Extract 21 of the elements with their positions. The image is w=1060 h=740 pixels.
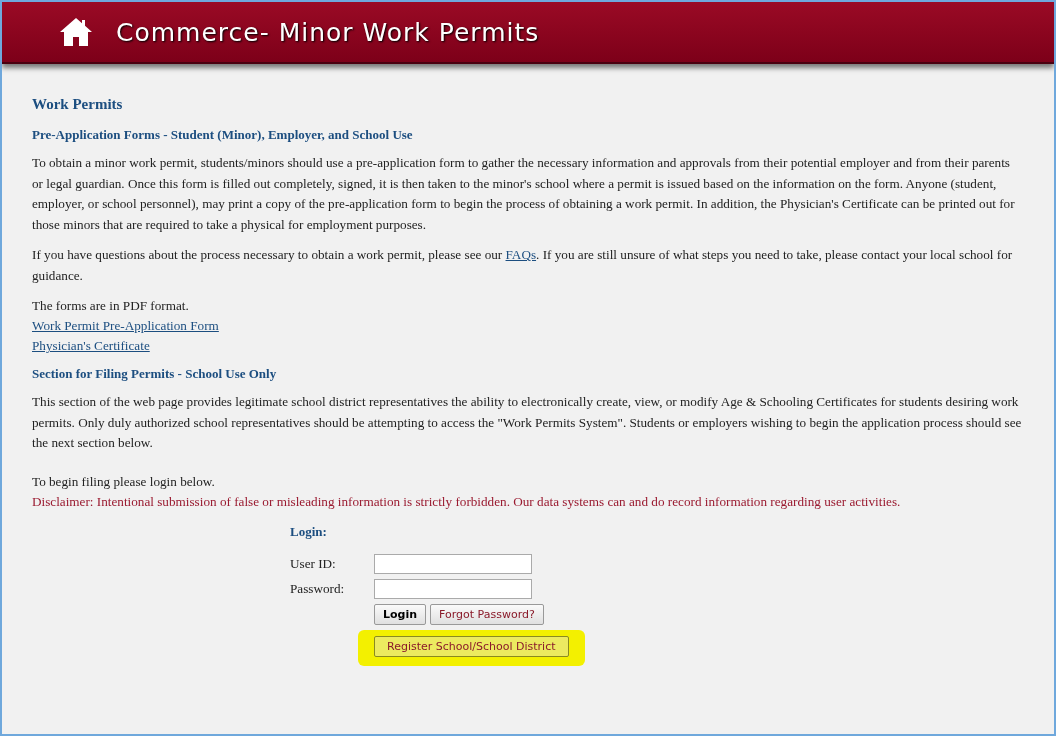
login-instruction: To begin filing please login below. (32, 472, 215, 491)
section-heading: Pre-Application Forms - Student (Minor), Employer, and School Use (32, 127, 414, 143)
site-title: Commerce- Minor Work Permits (116, 17, 540, 47)
login-button[interactable]: Login (374, 603, 427, 625)
login-heading: Login: (290, 523, 328, 540)
forgot-password-button[interactable]: Forgot Password? (430, 603, 544, 625)
home-icon[interactable] (58, 16, 94, 48)
form-link[interactable]: Work Permit Pre-Application Form (32, 316, 219, 336)
form-link[interactable]: Physician's Certificate (32, 336, 150, 356)
input-field[interactable] (374, 553, 532, 574)
input-field[interactable] (374, 578, 532, 599)
page-heading: Work Permits (32, 96, 124, 113)
field-label: User ID: (290, 555, 336, 572)
field-label: Password: (290, 580, 345, 597)
paragraph: To obtain a minor work permit, students/minors should use a pre-application form to gather the necessary information and approvals from their potential employer and from their parents or legal guardian. Once this form is filled out completely, signed, it is then taken to the minor's school where a permit is issued based on the information on the form. Anyone (student, employer, or school personnel), may print a copy of the pre-application form to begin the process of obtaining a work permit. In addition, the Physician's Certificate can be printed out for those minors that are required to take a physical for employment purposes. (32, 154, 1016, 234)
register-button[interactable]: Register School/School District (374, 635, 569, 657)
section-heading: Section for Filing Permits - School Use Only (32, 366, 278, 382)
format-note: The forms are in PDF format. (32, 297, 189, 315)
paragraph: If you have questions about the process necessary to obtain a work permit, please see our FAQs. If you are still unsure of what steps you need to take, please contact your local school for guidance. (32, 246, 1014, 285)
paragraph: This section of the web page provides legitimate school district representatives the ability to electronically create, view, or modify Age & Schooling Certificates for students desiring work permits. Only duly authorized school representatives should be attempting to access the "Work Permits System". Students or employers wishing to begin the application process should see the next section below. (32, 393, 1023, 452)
disclaimer-text: Disclaimer: Intentional submission of false or misleading information is strictly forbidden. Our data systems can and do record information regarding user activities. (32, 492, 901, 511)
